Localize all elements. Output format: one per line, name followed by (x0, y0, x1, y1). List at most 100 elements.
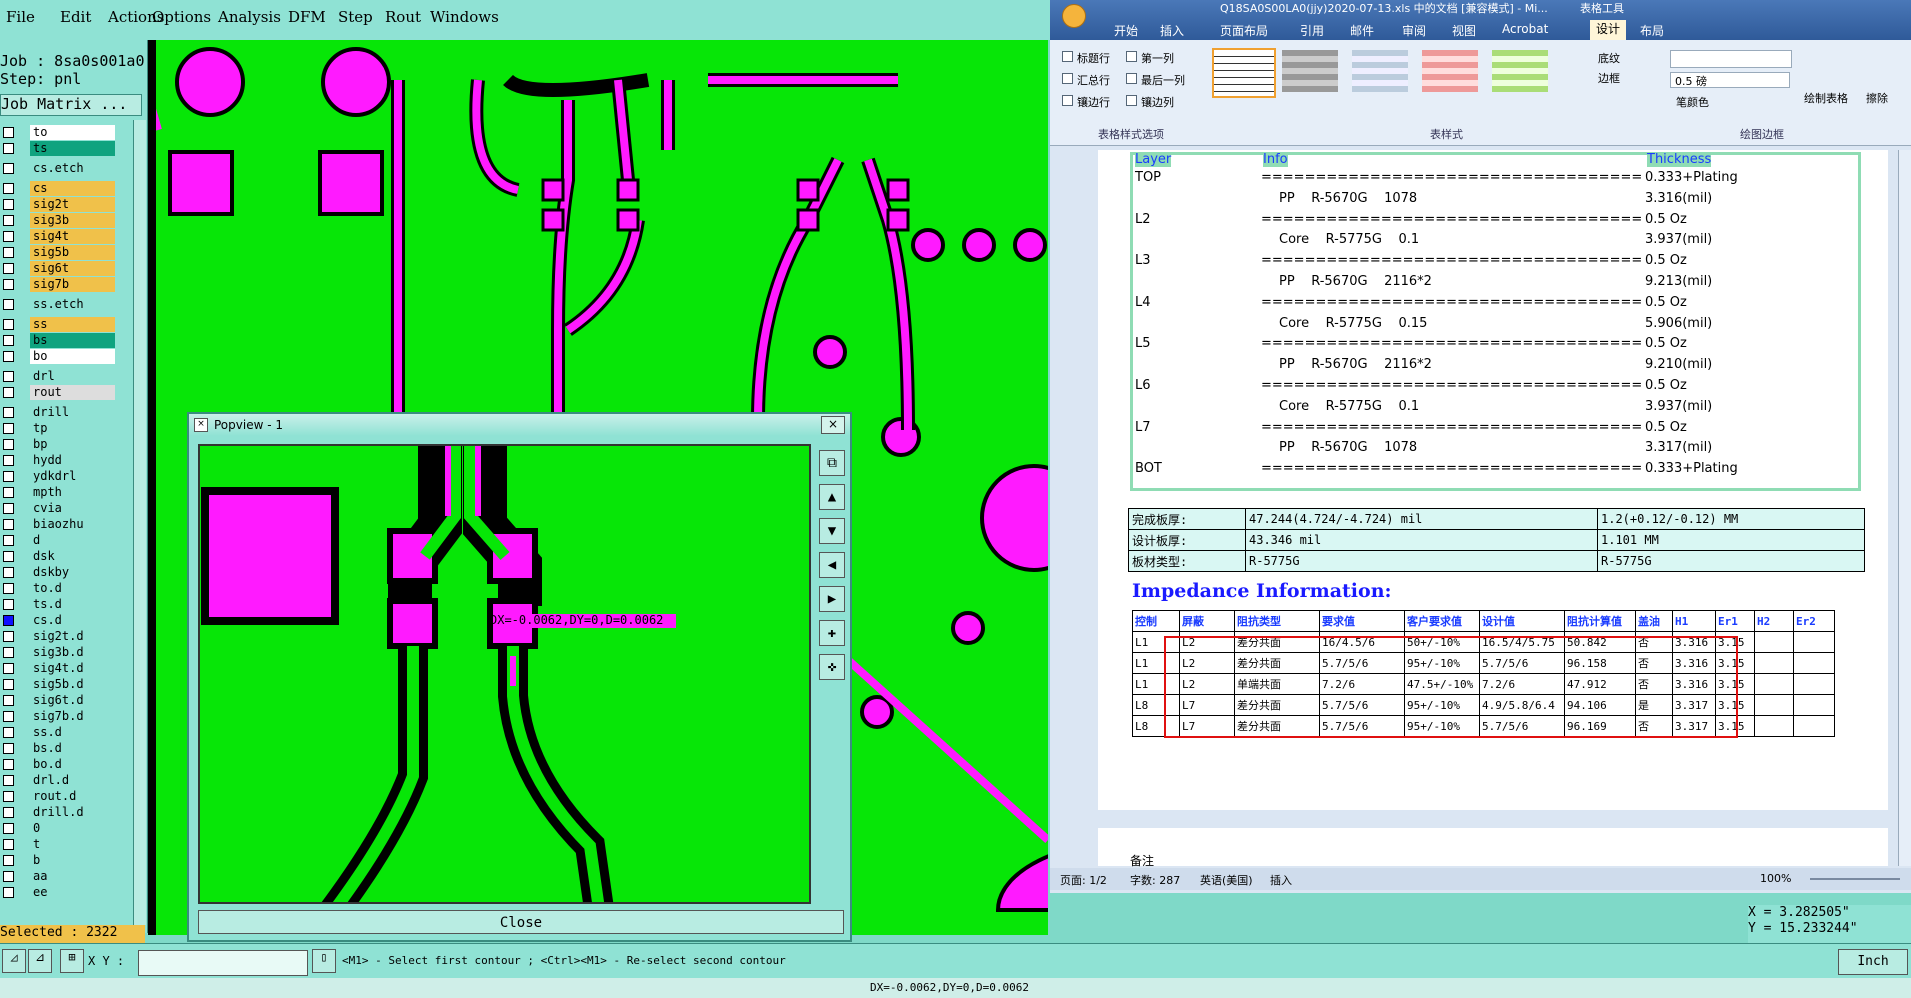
layer-checkbox[interactable] (3, 263, 14, 274)
layer-row-drl[interactable]: drl (0, 369, 145, 384)
table-style-2[interactable] (1282, 50, 1338, 92)
layer-row-ee[interactable]: ee (0, 885, 145, 900)
layer-checkbox[interactable] (3, 319, 14, 330)
layer-checkbox[interactable] (3, 455, 14, 466)
eraser-button[interactable]: 擦除 (1866, 90, 1888, 106)
layer-checkbox[interactable] (3, 727, 14, 738)
layer-row-b[interactable]: b (0, 853, 145, 868)
layer-row-bo[interactable]: bo (0, 349, 145, 364)
layer-row-cs.d[interactable]: cs.d (0, 613, 145, 628)
checkbox-box[interactable] (1062, 95, 1073, 106)
layer-row-sig2t.d[interactable]: sig2t.d (0, 629, 145, 644)
layer-row-aa[interactable]: aa (0, 869, 145, 884)
borders-button[interactable]: 边框 (1598, 70, 1620, 86)
table-styles-gallery[interactable] (1212, 48, 1632, 100)
popview-canvas[interactable]: DX=-0.0062,DY=0,D=0.0062 (198, 444, 811, 904)
layer-row-sig4t.d[interactable]: sig4t.d (0, 661, 145, 676)
layer-row-ts.d[interactable]: ts.d (0, 597, 145, 612)
layer-row-to.d[interactable]: to.d (0, 581, 145, 596)
menu-dfm[interactable]: DFM (288, 8, 326, 26)
layer-checkbox[interactable] (3, 299, 14, 310)
layer-checkbox[interactable] (3, 711, 14, 722)
layer-row-drill.d[interactable]: drill.d (0, 805, 145, 820)
layer-row-ss[interactable]: ss (0, 317, 145, 332)
units-select[interactable]: Inch (1838, 949, 1908, 975)
style-option-checkbox[interactable]: 汇总行 (1062, 72, 1110, 88)
checkbox-box[interactable] (1062, 73, 1073, 84)
ribbon-tab-1[interactable]: 插入 (1160, 22, 1184, 39)
close-icon[interactable]: × (821, 416, 845, 434)
style-option-checkbox[interactable]: 镶边列 (1126, 94, 1174, 110)
style-option-checkbox[interactable]: 第一列 (1126, 50, 1174, 66)
table-style-4[interactable] (1422, 50, 1478, 92)
layer-row-biaozhu[interactable]: biaozhu (0, 517, 145, 532)
layer-checkbox[interactable] (3, 887, 14, 898)
table-style-1[interactable] (1212, 48, 1276, 98)
line-style-select[interactable] (1670, 50, 1792, 68)
style-option-checkbox[interactable]: 标题行 (1062, 50, 1110, 66)
shading-button[interactable]: 底纹 (1598, 50, 1620, 66)
layer-checkbox[interactable] (3, 775, 14, 786)
grid-icon[interactable]: ⊞ (60, 949, 84, 973)
layer-row-bo.d[interactable]: bo.d (0, 757, 145, 772)
layer-row-sig7b[interactable]: sig7b (0, 277, 145, 292)
layer-checkbox[interactable] (3, 583, 14, 594)
menu-step[interactable]: Step (338, 8, 373, 26)
ribbon-tab-9[interactable]: 布局 (1640, 22, 1664, 39)
layer-checkbox[interactable] (3, 335, 14, 346)
layer-row-bs[interactable]: bs (0, 333, 145, 348)
layer-checkbox[interactable] (3, 551, 14, 562)
layer-checkbox[interactable] (3, 759, 14, 770)
checkbox-box[interactable] (1126, 73, 1137, 84)
layer-checkbox[interactable] (3, 615, 14, 626)
pen-color-button[interactable]: 笔颜色 (1676, 94, 1709, 110)
layer-row-sig4t[interactable]: sig4t (0, 229, 145, 244)
layer-checkbox[interactable] (3, 471, 14, 482)
tool-icon-1[interactable]: ◿ (2, 949, 26, 973)
layer-checkbox[interactable] (3, 823, 14, 834)
layer-row-dskby[interactable]: dskby (0, 565, 145, 580)
layer-checkbox[interactable] (3, 519, 14, 530)
layer-row-t[interactable]: t (0, 837, 145, 852)
window-menu-icon[interactable]: × (194, 418, 208, 432)
layer-checkbox[interactable] (3, 279, 14, 290)
layer-checkbox[interactable] (3, 143, 14, 154)
page-count[interactable]: 页面: 1/2 (1060, 872, 1107, 888)
layer-row-cvia[interactable]: cvia (0, 501, 145, 516)
word-count[interactable]: 字数: 287 (1130, 872, 1180, 888)
layer-checkbox[interactable] (3, 199, 14, 210)
pan-up-icon[interactable]: ▲ (819, 484, 845, 510)
layer-row-drl.d[interactable]: drl.d (0, 773, 145, 788)
menu-windows[interactable]: Windows (430, 8, 499, 26)
table-style-3[interactable] (1352, 50, 1408, 92)
menu-file[interactable]: File (6, 8, 35, 26)
menu-edit[interactable]: Edit (60, 8, 91, 26)
ribbon-tab-3[interactable]: 引用 (1300, 22, 1324, 39)
layer-row-drill[interactable]: drill (0, 405, 145, 420)
layer-row-sig3b.d[interactable]: sig3b.d (0, 645, 145, 660)
table-style-5[interactable] (1492, 50, 1548, 92)
popview-close-button[interactable]: Close (198, 910, 844, 934)
measure-icon[interactable]: ⊿ (28, 949, 52, 973)
layer-row-hydd[interactable]: hydd (0, 453, 145, 468)
layer-row-to[interactable]: to (0, 125, 145, 140)
style-option-checkbox[interactable]: 最后一列 (1126, 72, 1185, 88)
layer-checkbox[interactable] (3, 183, 14, 194)
zoom-in-icon[interactable]: ✚ (819, 620, 845, 646)
layer-checkbox[interactable] (3, 807, 14, 818)
layer-row-ss.etch[interactable]: ss.etch (0, 297, 145, 312)
layer-row-0[interactable]: 0 (0, 821, 145, 836)
layer-row-bp[interactable]: bp (0, 437, 145, 452)
layer-row-d[interactable]: d (0, 533, 145, 548)
zoom-level[interactable]: 100% (1760, 872, 1791, 885)
insert-mode[interactable]: 插入 (1270, 872, 1292, 888)
layer-checkbox[interactable] (3, 407, 14, 418)
layer-row-bs.d[interactable]: bs.d (0, 741, 145, 756)
layer-checkbox[interactable] (3, 231, 14, 242)
layer-row-sig3b[interactable]: sig3b (0, 213, 145, 228)
layer-checkbox[interactable] (3, 871, 14, 882)
layer-checkbox[interactable] (3, 163, 14, 174)
layer-checkbox[interactable] (3, 679, 14, 690)
layer-row-ss.d[interactable]: ss.d (0, 725, 145, 740)
layer-row-sig6t[interactable]: sig6t (0, 261, 145, 276)
